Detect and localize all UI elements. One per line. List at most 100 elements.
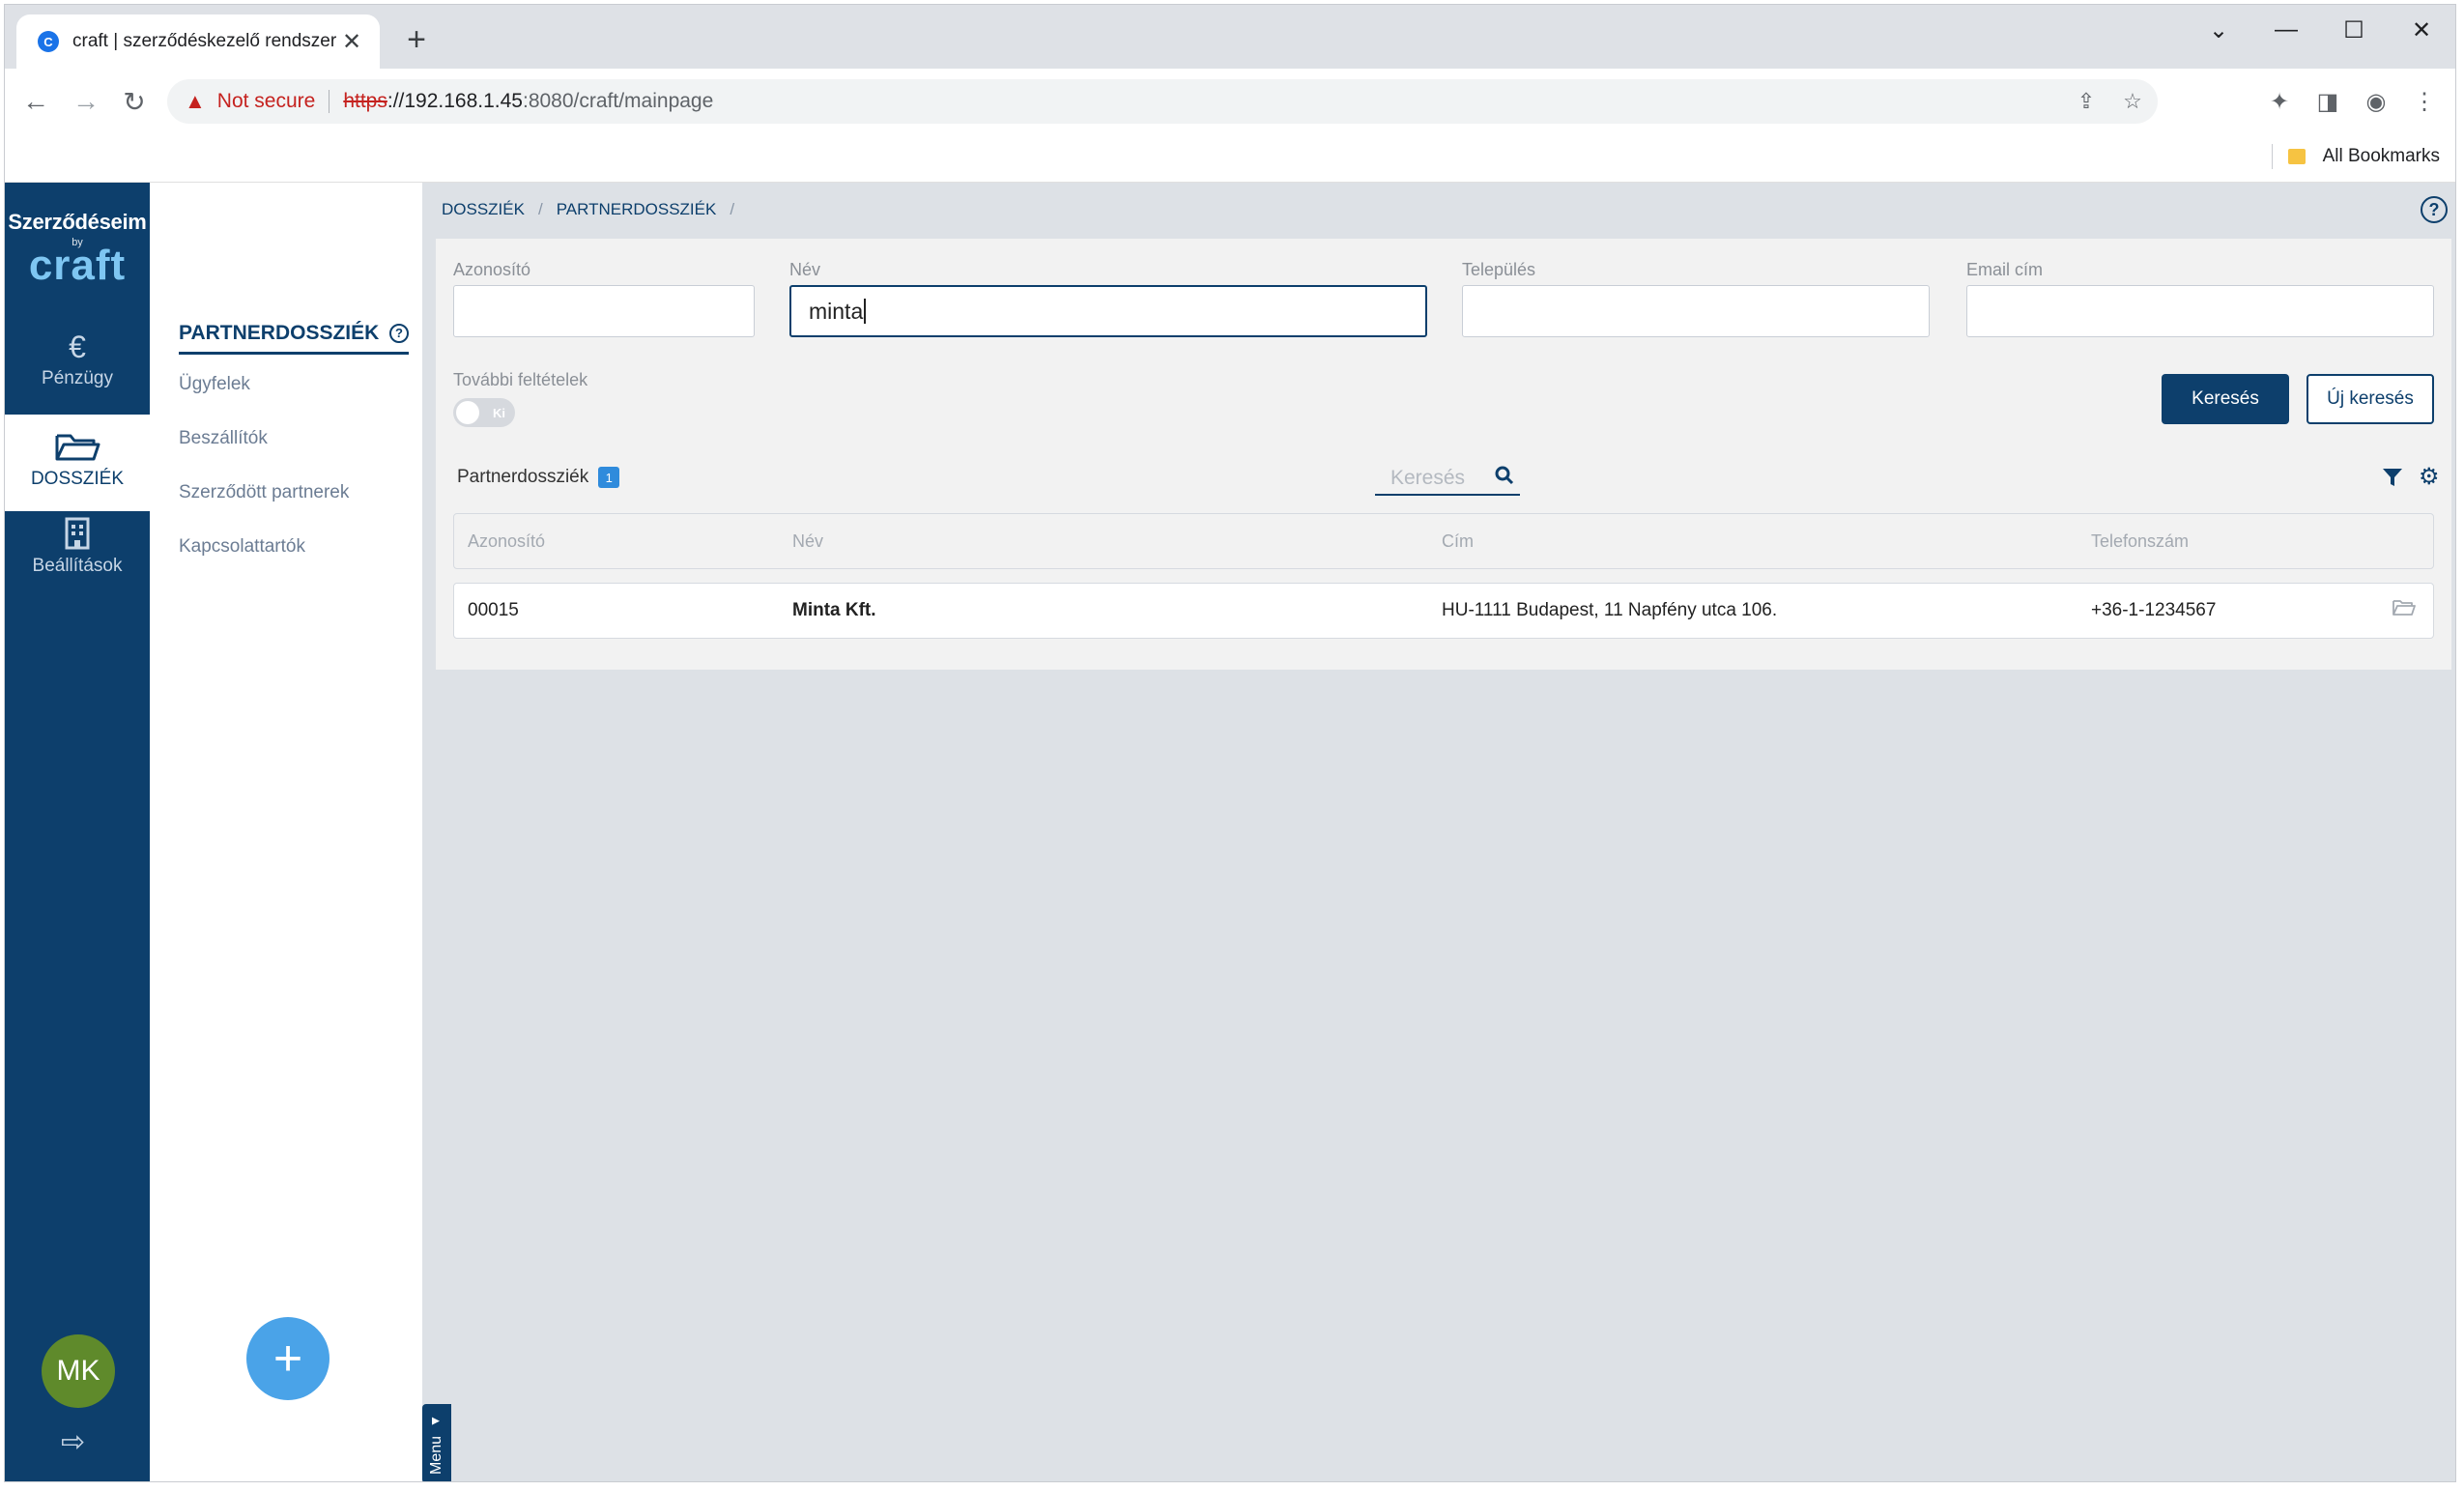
url-path: :8080/craft/mainpage bbox=[522, 90, 714, 112]
brand-line-2: by bbox=[72, 237, 83, 248]
side-panel-icon[interactable]: ◨ bbox=[2308, 82, 2347, 121]
browser-tab[interactable]: C craft | szerződéskezelő rendszer ✕ bbox=[16, 14, 380, 69]
table-search-input[interactable]: Keresés bbox=[1375, 463, 1520, 496]
reload-icon[interactable]: ↻ bbox=[115, 82, 154, 121]
rail-item-penzugy[interactable]: € Pénzügy bbox=[5, 314, 150, 411]
table-row[interactable]: 00015 Minta Kft. HU-1111 Budapest, 11 Na… bbox=[453, 583, 2434, 639]
all-bookmarks-label: All Bookmarks bbox=[2322, 146, 2440, 166]
table-search-placeholder: Keresés bbox=[1390, 467, 1466, 489]
tab-search-chevron-icon[interactable]: ⌄ bbox=[2185, 13, 2252, 47]
email-input[interactable] bbox=[1966, 285, 2434, 337]
breadcrumb-item-partnerdossziek[interactable]: PARTNERDOSSZIÉK bbox=[557, 200, 717, 219]
azonosito-label: Azonosító bbox=[453, 260, 531, 279]
new-search-button[interactable]: Új keresés bbox=[2306, 374, 2434, 424]
rail-item-beallitasok[interactable]: Beállítások bbox=[5, 502, 150, 598]
share-icon[interactable]: ⇪ bbox=[2067, 79, 2106, 124]
column-header-azonosito[interactable]: Azonosító bbox=[468, 531, 545, 552]
cell-azonosito: 00015 bbox=[468, 600, 519, 620]
bookmark-folder-icon bbox=[2287, 149, 2306, 164]
help-icon[interactable]: ? bbox=[389, 323, 409, 343]
search-button[interactable]: Keresés bbox=[2162, 374, 2289, 424]
subnav-link-kapcsolattartok[interactable]: Kapcsolattartók bbox=[179, 536, 305, 558]
table-header: Azonosító Név Cím Telefonszám bbox=[453, 513, 2434, 569]
sub-navigation: PARTNERDOSSZIÉK ? Ügyfelek Beszállítók S… bbox=[150, 183, 422, 1481]
folder-open-icon bbox=[5, 430, 150, 467]
rail-item-label: Pénzügy bbox=[42, 368, 113, 388]
logout-icon[interactable]: ⇨ bbox=[61, 1425, 85, 1459]
close-window-button[interactable]: ✕ bbox=[2388, 13, 2455, 47]
subnav-title: PARTNERDOSSZIÉK bbox=[179, 321, 380, 344]
warning-triangle-icon: ▲ bbox=[185, 89, 206, 113]
toggle-knob bbox=[456, 401, 479, 424]
extensions-puzzle-icon[interactable]: ✦ bbox=[2260, 82, 2299, 121]
page-help-icon[interactable]: ? bbox=[2421, 196, 2448, 223]
tab-strip: C craft | szerződéskezelő rendszer ✕ + ⌄… bbox=[5, 5, 2455, 69]
url-scheme: https bbox=[343, 90, 387, 112]
breadcrumb-separator: / bbox=[730, 200, 735, 218]
tovabbi-feltetelek-toggle[interactable]: Ki bbox=[453, 398, 515, 427]
avatar[interactable]: MK bbox=[42, 1334, 115, 1408]
nev-input-value: minta bbox=[809, 298, 864, 324]
nev-input[interactable]: minta bbox=[789, 285, 1427, 337]
count-badge: 1 bbox=[598, 467, 620, 488]
cell-cim: HU-1111 Budapest, 11 Napfény utca 106. bbox=[1442, 600, 1778, 620]
brand-line-3: craft bbox=[28, 242, 127, 289]
column-header-cim[interactable]: Cím bbox=[1442, 531, 1474, 552]
favicon-icon: C bbox=[38, 31, 59, 52]
main-content: DOSSZIÉK / PARTNERDOSSZIÉK / ? Azonosító… bbox=[422, 183, 2455, 1481]
subnav-link-ugyfelek[interactable]: Ügyfelek bbox=[179, 374, 250, 395]
maximize-button[interactable]: ☐ bbox=[2320, 13, 2388, 47]
subnav-link-beszallitok[interactable]: Beszállítók bbox=[179, 428, 268, 449]
column-header-telefonszam[interactable]: Telefonszám bbox=[2091, 531, 2189, 552]
close-tab-icon[interactable]: ✕ bbox=[337, 28, 366, 56]
building-icon bbox=[5, 517, 150, 554]
kebab-menu-icon[interactable]: ⋮ bbox=[2405, 82, 2444, 121]
star-icon[interactable]: ☆ bbox=[2113, 79, 2152, 124]
cell-nev: Minta Kft. bbox=[792, 600, 876, 620]
list-header: Partnerdossziék 1 bbox=[457, 467, 620, 488]
address-bar[interactable]: ▲ Not secure https ://192.168.1.45 :8080… bbox=[167, 79, 2158, 124]
bookmarks-divider bbox=[2271, 144, 2273, 169]
forward-arrow-icon[interactable]: → bbox=[67, 82, 105, 121]
breadcrumb: DOSSZIÉK / PARTNERDOSSZIÉK / bbox=[442, 200, 734, 219]
euro-icon: € bbox=[69, 330, 86, 364]
app-root: Szerződéseim by craft € Pénzügy DOSSZIÉK… bbox=[5, 183, 2455, 1481]
new-tab-button[interactable]: + bbox=[397, 20, 436, 59]
column-header-nev[interactable]: Név bbox=[792, 531, 823, 552]
rail-item-label: DOSSZIÉK bbox=[30, 469, 125, 489]
text-cursor bbox=[864, 299, 867, 324]
browser-toolbar: ← → ↻ ▲ Not secure https ://192.168.1.45… bbox=[5, 69, 2455, 134]
subnav-link-szerzodott-partnerek[interactable]: Szerződött partnerek bbox=[179, 482, 349, 503]
list-title: Partnerdossziék bbox=[457, 467, 589, 487]
brand-logo[interactable]: Szerződéseim by craft bbox=[5, 210, 150, 289]
tovabbi-feltetelek-label: További feltételek bbox=[453, 370, 588, 389]
gear-icon[interactable]: ⚙ bbox=[2419, 463, 2440, 491]
open-folder-icon[interactable] bbox=[2392, 597, 2416, 622]
breadcrumb-separator: / bbox=[537, 200, 543, 218]
profile-icon[interactable]: ◉ bbox=[2357, 82, 2395, 121]
brand-line-1: Szerződéseim bbox=[8, 210, 147, 234]
filter-icon[interactable] bbox=[2382, 467, 2403, 494]
all-bookmarks-button[interactable]: All Bookmarks bbox=[2271, 144, 2440, 169]
bookmarks-bar: All Bookmarks bbox=[5, 134, 2455, 183]
rail-item-label: Beállítások bbox=[32, 556, 123, 576]
telepules-input[interactable] bbox=[1462, 285, 1930, 337]
rail-item-dossziek[interactable]: DOSSZIÉK bbox=[5, 415, 150, 511]
back-arrow-icon[interactable]: ← bbox=[16, 82, 55, 121]
url-host: ://192.168.1.45 bbox=[387, 90, 523, 112]
not-secure-label: Not secure bbox=[216, 90, 316, 112]
main-nav-rail: Szerződéseim by craft € Pénzügy DOSSZIÉK… bbox=[5, 183, 150, 1481]
minimize-button[interactable]: — bbox=[2252, 13, 2320, 47]
add-button[interactable]: + bbox=[246, 1317, 329, 1400]
subnav-header: PARTNERDOSSZIÉK ? bbox=[179, 314, 409, 355]
azonosito-input[interactable] bbox=[453, 285, 755, 337]
tab-title: craft | szerződéskezelő rendszer bbox=[72, 31, 337, 51]
cell-telefonszam: +36-1-1234567 bbox=[2091, 600, 2217, 620]
search-icon[interactable] bbox=[1495, 466, 1514, 491]
breadcrumb-item-dossziek[interactable]: DOSSZIÉK bbox=[442, 200, 525, 219]
browser-window: C craft | szerződéskezelő rendszer ✕ + ⌄… bbox=[4, 4, 2456, 1482]
telepules-label: Település bbox=[1462, 260, 1536, 279]
toggle-state-label: Ki bbox=[493, 405, 505, 420]
nev-label: Név bbox=[789, 260, 821, 279]
search-panel: Azonosító Név minta Település Email cím … bbox=[436, 239, 2451, 670]
